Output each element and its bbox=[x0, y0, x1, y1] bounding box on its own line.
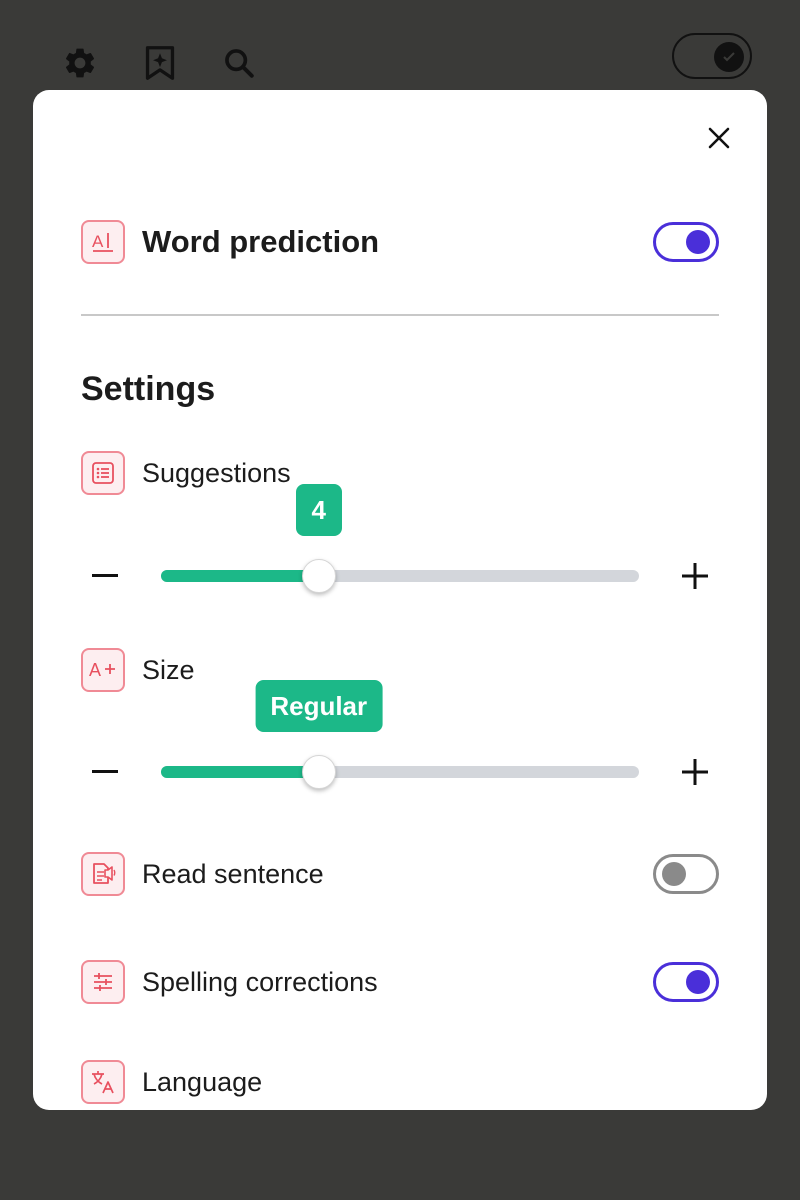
read-sentence-label: Read sentence bbox=[142, 858, 324, 889]
suggestions-row: Suggestions bbox=[81, 451, 719, 495]
size-row: A Size bbox=[81, 648, 719, 692]
theme-toggle[interactable] bbox=[672, 33, 752, 79]
text-size-icon: A bbox=[81, 648, 125, 692]
word-prediction-label: Word prediction bbox=[142, 224, 380, 259]
read-sentence-row: Read sentence bbox=[81, 852, 719, 896]
minus-icon bbox=[92, 770, 118, 773]
suggestions-slider-track[interactable]: 4 bbox=[161, 484, 639, 593]
suggestions-decrease-button[interactable] bbox=[85, 556, 125, 596]
size-slider-row: Regular bbox=[81, 680, 719, 792]
search-button[interactable] bbox=[220, 44, 258, 82]
size-label: Size bbox=[142, 654, 195, 685]
speaker-document-icon bbox=[81, 852, 125, 896]
size-slider-fill bbox=[161, 766, 319, 778]
svg-text:A: A bbox=[89, 660, 101, 680]
list-icon bbox=[81, 451, 125, 495]
size-increase-button[interactable] bbox=[675, 752, 715, 792]
word-prediction-toggle[interactable] bbox=[653, 222, 719, 262]
size-value-bubble: Regular bbox=[255, 680, 383, 732]
settings-heading: Settings bbox=[81, 370, 216, 408]
minus-icon bbox=[92, 574, 118, 577]
suggestions-value-bubble: 4 bbox=[295, 484, 342, 536]
read-sentence-toggle[interactable] bbox=[653, 854, 719, 894]
bookmark-sparkle-button[interactable] bbox=[141, 44, 179, 82]
text-cursor-icon: A bbox=[81, 220, 125, 264]
plus-icon bbox=[682, 759, 708, 785]
word-prediction-modal: A Word prediction Settings Suggestions 4… bbox=[33, 90, 767, 1110]
gear-icon bbox=[65, 48, 95, 78]
suggestions-slider-row: 4 bbox=[81, 484, 719, 596]
spelling-corrections-toggle[interactable] bbox=[653, 962, 719, 1002]
search-icon bbox=[225, 49, 254, 78]
language-label: Language bbox=[142, 1066, 263, 1097]
size-slider-thumb[interactable] bbox=[301, 755, 336, 789]
size-decrease-button[interactable] bbox=[85, 752, 125, 792]
word-prediction-row: A Word prediction bbox=[81, 220, 719, 264]
settings-gear-button[interactable] bbox=[61, 44, 99, 82]
divider bbox=[81, 314, 719, 316]
close-button[interactable] bbox=[703, 122, 735, 154]
spelling-corrections-row: Spelling corrections bbox=[81, 960, 719, 1004]
spelling-corrections-label: Spelling corrections bbox=[142, 966, 378, 997]
toggle-check-icon bbox=[714, 42, 744, 72]
translate-icon bbox=[81, 1060, 125, 1104]
suggestions-slider-fill bbox=[161, 570, 319, 582]
language-row[interactable]: Language bbox=[81, 1060, 719, 1104]
sliders-icon bbox=[81, 960, 125, 1004]
svg-text:A: A bbox=[92, 232, 104, 251]
suggestions-label: Suggestions bbox=[142, 457, 291, 488]
suggestions-slider-thumb[interactable] bbox=[301, 559, 336, 593]
plus-icon bbox=[682, 563, 708, 589]
suggestions-increase-button[interactable] bbox=[675, 556, 715, 596]
size-slider-track[interactable]: Regular bbox=[161, 680, 639, 789]
sparkle-bookmark-icon bbox=[145, 46, 175, 80]
close-icon bbox=[708, 127, 730, 149]
